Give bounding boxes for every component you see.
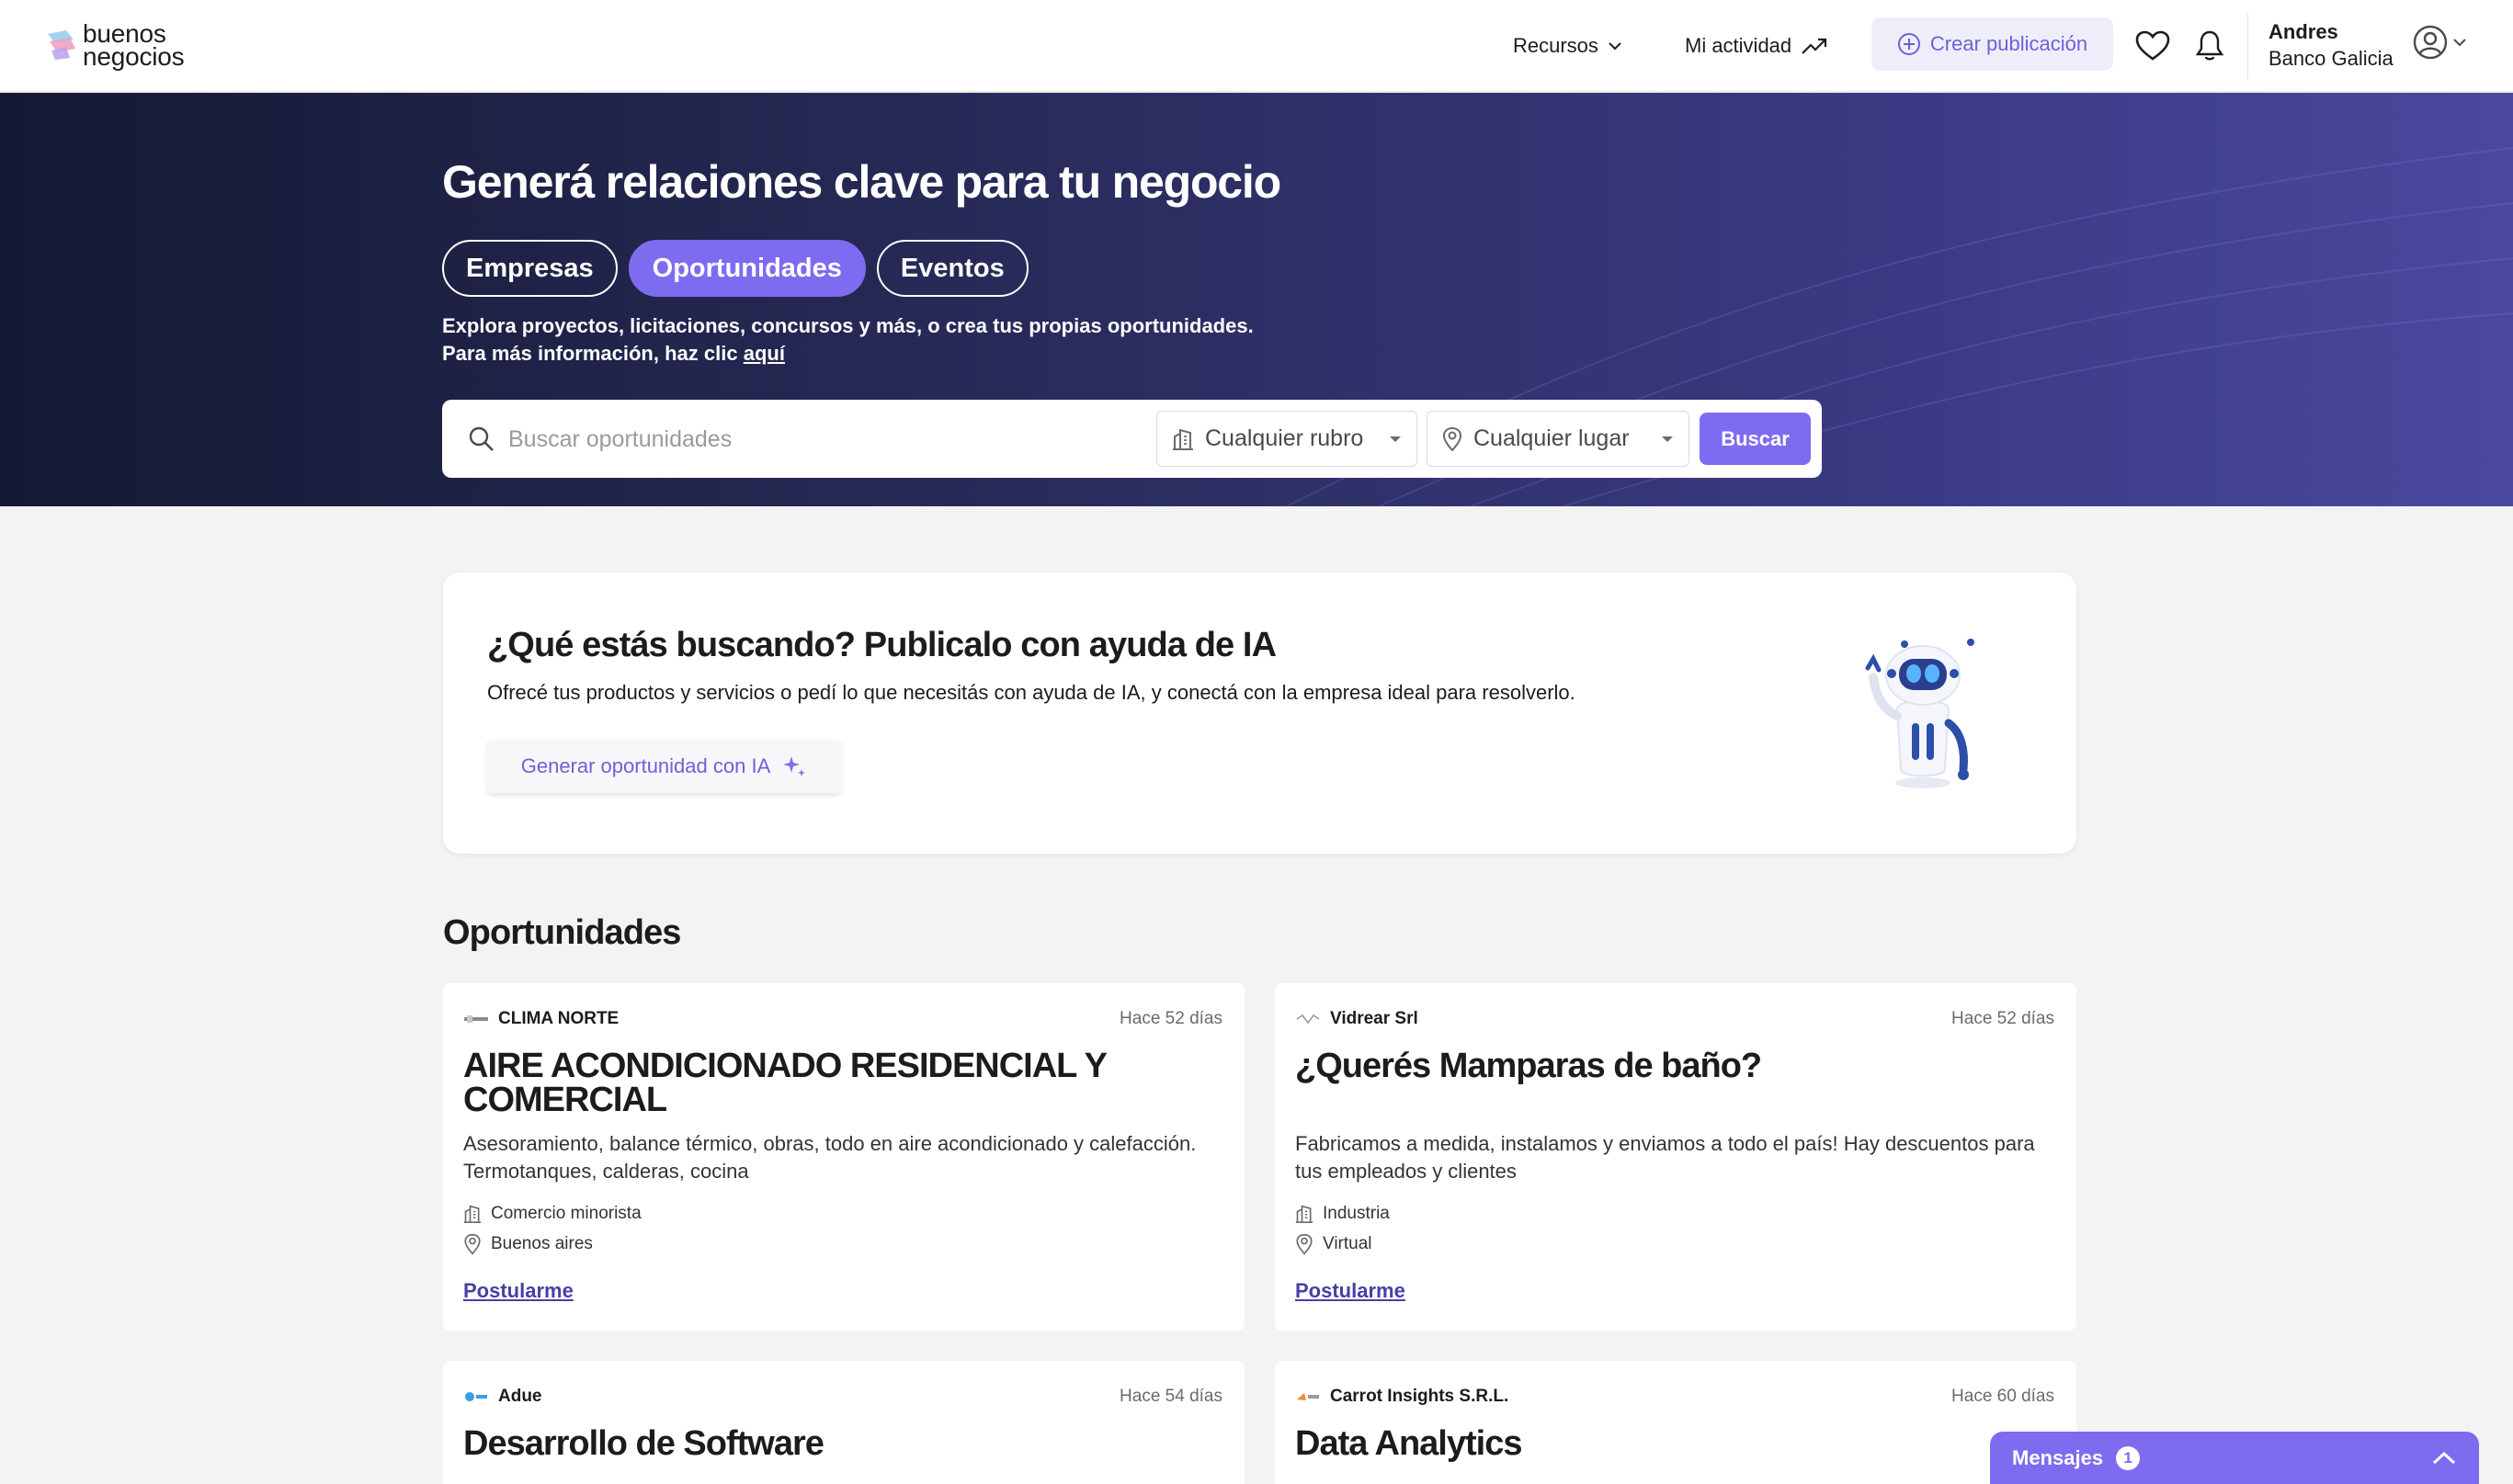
oportunidades-section-title: Oportunidades — [443, 913, 681, 952]
opportunity-description: Asesoramiento, balance térmico, obras, t… — [463, 1132, 1197, 1183]
company-info: CLIMA NORTE — [463, 1009, 619, 1029]
sparkle-icon — [783, 756, 806, 776]
user-circle-icon — [2413, 25, 2448, 60]
opportunity-description: Fabricamos a medida, instalamos y enviam… — [1295, 1132, 2035, 1183]
lugar-select[interactable]: Cualquier lugar — [1427, 411, 1689, 467]
heart-icon — [2135, 30, 2170, 61]
unread-count-badge: 1 — [2116, 1445, 2141, 1470]
opportunity-title: ¿Querés Mamparas de baño? — [1295, 1047, 1762, 1085]
company-logo-icon — [1297, 1393, 1319, 1400]
hero-description: Explora proyectos, licitaciones, concurs… — [442, 312, 1254, 368]
generar-oportunidad-label: Generar oportunidad con IA — [520, 754, 771, 777]
mensajes-label: Mensajes — [2012, 1445, 2104, 1469]
ia-card-title: ¿Qué estás buscando? Publicalo con ayuda… — [487, 626, 1277, 664]
logo[interactable]: buenos negocios — [46, 19, 185, 71]
opportunity-card[interactable]: Carrot Insights S.R.L. Hace 60 días Data… — [1275, 1361, 2076, 1484]
chevron-down-icon — [2453, 39, 2466, 47]
rubro-select[interactable]: Cualquier rubro — [1156, 411, 1417, 467]
bell-icon — [2195, 30, 2224, 61]
company-info: Adue — [463, 1387, 542, 1407]
company-info: Vidrear Srl — [1295, 1009, 1418, 1029]
rubro-select-value: Cualquier rubro — [1205, 425, 1364, 451]
hero-title: Generá relaciones clave para tu negocio — [442, 156, 1281, 208]
company-name: Vidrear Srl — [1330, 1009, 1418, 1028]
company-logo-icon — [464, 1015, 488, 1023]
company-name: Carrot Insights S.R.L. — [1330, 1387, 1509, 1406]
hero-description-line1: Explora proyectos, licitaciones, concurs… — [442, 314, 1254, 337]
hero-description-line2: Para más información, haz clic aquí — [442, 342, 785, 365]
chevron-down-icon — [1609, 42, 1621, 51]
company-name: Adue — [498, 1387, 542, 1406]
tab-oportunidades[interactable]: Oportunidades — [628, 240, 866, 297]
location-pin-icon — [464, 1233, 481, 1255]
user-name: Andres — [2269, 20, 2338, 43]
post-time: Hace 60 días — [1951, 1387, 2054, 1406]
top-navbar: buenos negocios Recursos Mi actividad Cr… — [0, 0, 2513, 92]
logo-mark-icon — [48, 30, 75, 60]
opportunity-card[interactable]: CLIMA NORTE Hace 52 días AIRE ACONDICION… — [443, 983, 1245, 1331]
building-icon — [1295, 1205, 1313, 1223]
header-divider — [2247, 13, 2248, 79]
caret-down-icon — [1662, 436, 1673, 442]
postularme-link[interactable]: Postularme — [463, 1279, 574, 1303]
notifications-button[interactable] — [2189, 26, 2230, 66]
opportunity-title: AIRE ACONDICIONADO RESIDENCIAL Y COMERCI… — [463, 1047, 1107, 1119]
info-link[interactable]: aquí — [744, 342, 785, 365]
user-menu-button[interactable] — [2412, 24, 2467, 61]
crear-publicacion-label: Crear publicación — [1929, 32, 2088, 55]
lugar-select-value: Cualquier lugar — [1473, 425, 1630, 451]
company-name: CLIMA NORTE — [498, 1009, 620, 1028]
caret-down-icon — [1390, 436, 1401, 442]
search-type-tabs: Empresas Oportunidades Eventos — [442, 240, 1029, 297]
postularme-link[interactable]: Postularme — [1295, 1279, 1405, 1303]
mi-actividad-label: Mi actividad — [1685, 34, 1792, 57]
mensajes-panel-toggle[interactable]: Mensajes 1 — [1990, 1432, 2479, 1484]
user-company: Banco Galicia — [2269, 47, 2394, 70]
user-info[interactable]: Andres Banco Galicia — [2269, 18, 2394, 72]
recursos-label: Recursos — [1513, 34, 1598, 57]
plus-circle-icon — [1897, 33, 1920, 55]
building-icon — [1173, 428, 1193, 450]
favorites-button[interactable] — [2132, 26, 2173, 66]
tab-empresas[interactable]: Empresas — [442, 240, 618, 297]
location-pin-icon — [1442, 426, 1462, 452]
logo-text: buenos negocios — [83, 19, 185, 71]
ia-card-description: Ofrecé tus productos y servicios o pedí … — [487, 681, 1575, 704]
buscar-button[interactable]: Buscar — [1700, 413, 1811, 465]
robot-illustration — [1865, 639, 1974, 788]
opportunity-location: Buenos aires — [463, 1233, 593, 1255]
mi-actividad-link[interactable]: Mi actividad — [1685, 0, 1828, 92]
opportunity-card[interactable]: Vidrear Srl Hace 52 días ¿Querés Mampara… — [1275, 983, 2076, 1331]
ia-promo-card: ¿Qué estás buscando? Publicalo con ayuda… — [443, 572, 2076, 854]
post-time: Hace 54 días — [1120, 1387, 1222, 1406]
crear-publicacion-button[interactable]: Crear publicación — [1871, 17, 2113, 71]
opportunity-rubro: Industria — [1295, 1204, 1390, 1224]
tab-eventos[interactable]: Eventos — [876, 240, 1029, 297]
chevron-up-icon — [2432, 1451, 2456, 1464]
generar-oportunidad-ia-button[interactable]: Generar oportunidad con IA — [487, 740, 841, 793]
opportunity-rubro: Comercio minorista — [463, 1204, 642, 1224]
search-bar: Cualquier rubro Cualquier lugar Buscar — [442, 400, 1822, 478]
company-logo-icon — [465, 1392, 487, 1401]
post-time: Hace 52 días — [1120, 1009, 1222, 1028]
building-icon — [463, 1205, 482, 1223]
opportunity-title: Data Analytics — [1295, 1424, 1522, 1463]
opportunity-title: Desarrollo de Software — [463, 1424, 824, 1463]
company-logo-icon — [1296, 1014, 1320, 1025]
recursos-menu[interactable]: Recursos — [1513, 0, 1622, 92]
opportunity-location: Virtual — [1295, 1233, 1372, 1255]
search-icon — [469, 426, 494, 451]
location-pin-icon — [1296, 1233, 1313, 1255]
company-info: Carrot Insights S.R.L. — [1295, 1387, 1508, 1407]
post-time: Hace 52 días — [1951, 1009, 2054, 1028]
opportunity-card[interactable]: Adue Hace 54 días Desarrollo de Software — [443, 1361, 1245, 1484]
trending-up-icon — [1802, 38, 1827, 54]
hero-banner: Generá relaciones clave para tu negocio … — [0, 93, 2513, 506]
search-input[interactable] — [508, 416, 1133, 462]
